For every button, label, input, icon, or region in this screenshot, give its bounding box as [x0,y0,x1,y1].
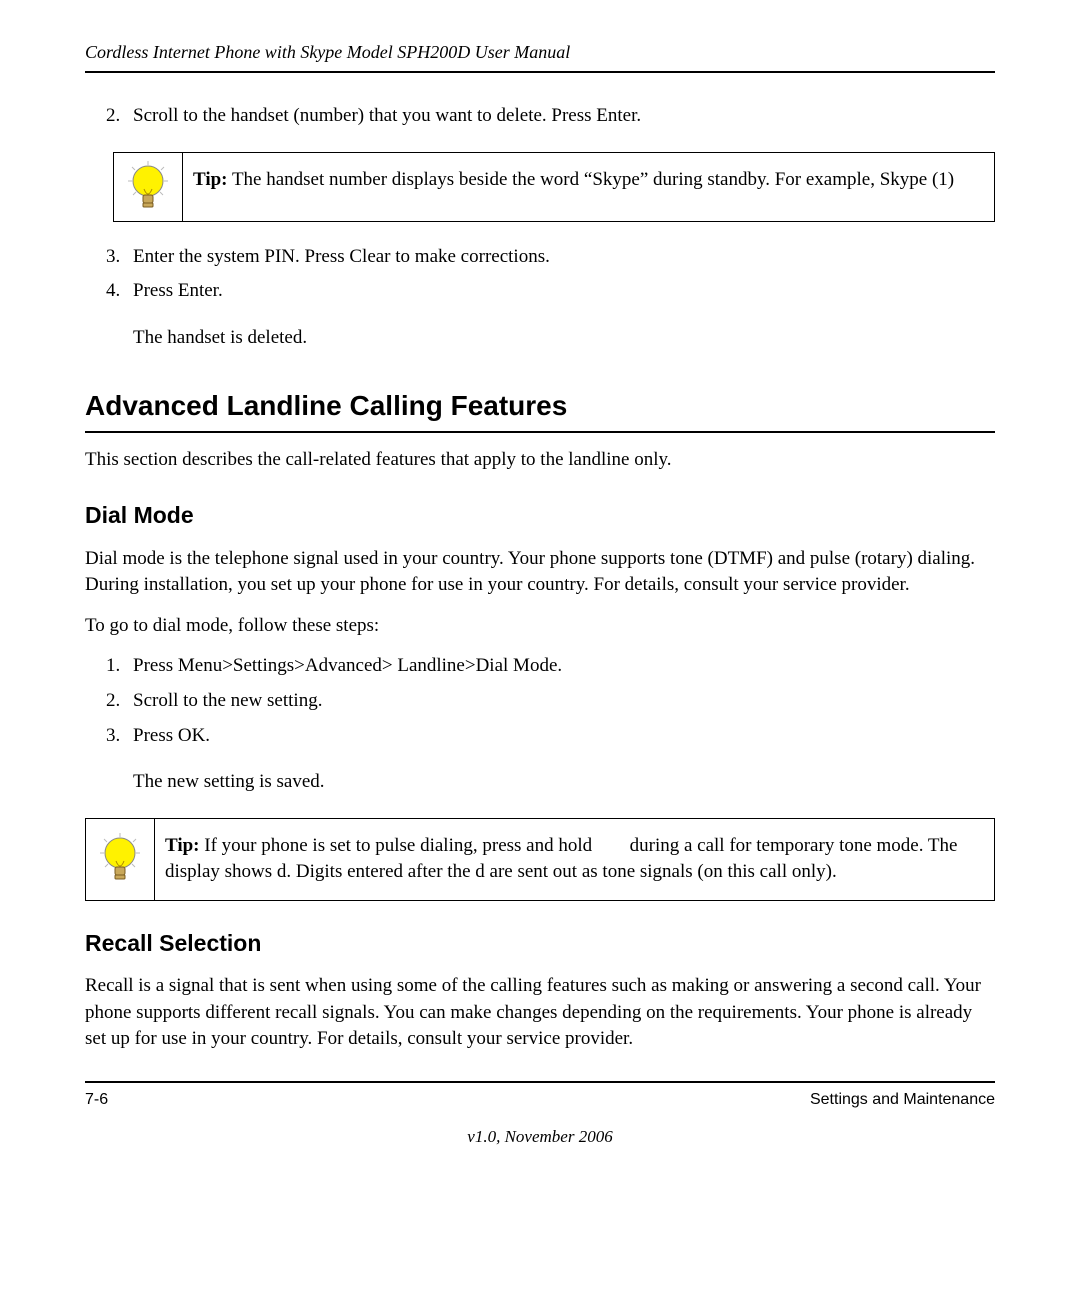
lightbulb-icon [114,153,183,221]
footer-section: Settings and Maintenance [810,1089,995,1111]
intro-paragraph: This section describes the call-related … [85,447,995,474]
step-item: Scroll to the handset (number) that you … [125,103,995,130]
page-number: 7-6 [85,1089,108,1111]
section-heading: Advanced Landline Calling Features [85,386,995,433]
tip-box-1: Tip: The handset number displays beside … [113,152,995,222]
page-header: Cordless Internet Phone with Skype Model… [85,40,995,73]
dialmode-lead: To go to dial mode, follow these steps: [85,613,995,640]
result-text: The handset is deleted. [133,325,995,352]
tip-box-2: Tip: If your phone is set to pulse diali… [85,818,995,901]
ordered-steps-b: Enter the system PIN. Press Clear to mak… [85,244,995,305]
step-item: Press OK. [125,723,995,750]
tip-label: Tip: [193,169,228,190]
dialmode-paragraph: Dial mode is the telephone signal used i… [85,546,995,599]
step-item: Enter the system PIN. Press Clear to mak… [125,244,995,271]
tip-text: Tip: The handset number displays beside … [183,153,968,221]
ordered-steps-a: Scroll to the handset (number) that you … [85,103,995,130]
ordered-steps-c: Press Menu>Settings>Advanced> Landline>D… [85,653,995,749]
step-item: Scroll to the new setting. [125,688,995,715]
step-item: Press Enter. [125,278,995,305]
subsection-heading: Dial Mode [85,499,995,531]
result-text: The new setting is saved. [133,769,995,796]
page-footer: 7-6 Settings and Maintenance [85,1081,995,1111]
lightbulb-icon [86,819,155,900]
subsection-heading: Recall Selection [85,927,995,959]
tip-body-a: If your phone is set to pulse dialing, p… [204,835,597,856]
step-item: Press Menu>Settings>Advanced> Landline>D… [125,653,995,680]
tip-text: Tip: If your phone is set to pulse diali… [155,819,994,900]
tip-body: The handset number displays beside the w… [232,169,954,190]
tip-label: Tip: [165,835,200,856]
recall-paragraph: Recall is a signal that is sent when usi… [85,973,995,1053]
version-line: v1.0, November 2006 [85,1125,995,1149]
